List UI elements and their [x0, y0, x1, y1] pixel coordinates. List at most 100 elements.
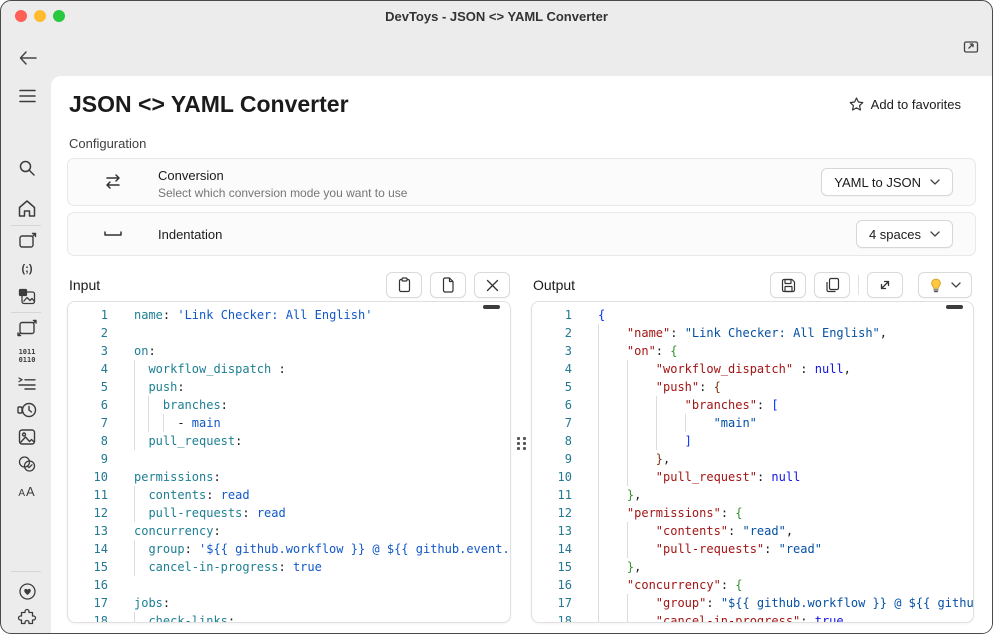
toolbar-separator — [858, 275, 859, 295]
sidebar: (;) 10110110 AA — [1, 31, 51, 633]
sidebar-item-menu[interactable] — [16, 85, 38, 107]
sidebar-item-search[interactable] — [16, 157, 38, 179]
smart-detection-button[interactable] — [918, 272, 972, 298]
open-file-icon — [441, 277, 455, 293]
sidebar-item-checksum[interactable] — [16, 453, 38, 475]
code-line: 4"workflow_dispatch" : null, — [532, 360, 973, 378]
extensions-icon — [17, 608, 37, 628]
copy-button[interactable] — [814, 272, 850, 298]
sidebar-item-encoders-decoders[interactable]: (;) — [16, 258, 38, 280]
line-number: 8 — [68, 432, 108, 450]
line-number: 3 — [68, 342, 108, 360]
code-line: 10"pull_request": null — [532, 468, 973, 486]
code-line: 7"main" — [532, 414, 973, 432]
sidebar-item-favorites[interactable] — [16, 580, 38, 602]
line-number: 11 — [68, 486, 108, 504]
sidebar-item-extensions[interactable] — [16, 607, 38, 629]
conversion-mode-dropdown[interactable]: YAML to JSON — [821, 168, 953, 196]
conversion-title: Conversion — [158, 168, 224, 183]
scrollbar-thumb[interactable] — [483, 305, 500, 309]
line-number: 5 — [532, 378, 572, 396]
timestamp-icon — [17, 401, 37, 419]
sidebar-item-graphic-tools[interactable] — [16, 285, 38, 307]
line-number: 4 — [532, 360, 572, 378]
output-editor[interactable]: 1{2"name": "Link Checker: All English",3… — [532, 302, 973, 622]
code-line: 5push: — [68, 378, 510, 396]
window-title: DevToys - JSON <> YAML Converter — [1, 9, 992, 24]
code-line: 4workflow_dispatch : — [68, 360, 510, 378]
sidebar-item-number-base-converter[interactable]: 10110110 — [16, 345, 38, 367]
compact-overlay-button[interactable] — [961, 37, 981, 57]
code-line: 18check-links: — [68, 612, 510, 622]
code-line: 12pull-requests: read — [68, 504, 510, 522]
code-line: 15cancel-in-progress: true — [68, 558, 510, 576]
page-title: JSON <> YAML Converter — [69, 91, 349, 118]
sidebar-item-json-yaml-converter[interactable] — [16, 317, 38, 339]
code-line: 6branches: — [68, 396, 510, 414]
sidebar-item-text-case[interactable]: AA — [16, 480, 38, 502]
clear-input-button[interactable] — [474, 272, 510, 298]
paste-icon — [397, 277, 412, 293]
sidebar-item-timestamp[interactable] — [16, 399, 38, 421]
indentation-value: 4 spaces — [869, 227, 921, 242]
code-line: 13"contents": "read", — [532, 522, 973, 540]
open-file-button[interactable] — [430, 272, 466, 298]
code-line: 3on: — [68, 342, 510, 360]
line-number: 11 — [532, 486, 572, 504]
line-number: 9 — [68, 450, 108, 468]
compact-overlay-icon — [961, 37, 981, 57]
swap-arrows-icon — [101, 170, 125, 194]
code-line: 3"on": { — [532, 342, 973, 360]
sidebar-divider — [11, 225, 41, 226]
input-editor[interactable]: 1name: 'Link Checker: All English'23on:4… — [68, 302, 510, 622]
line-number: 7 — [68, 414, 108, 432]
expand-button[interactable] — [867, 272, 903, 298]
line-number: 10 — [532, 468, 572, 486]
indentation-dropdown[interactable]: 4 spaces — [856, 220, 953, 248]
code-line: 6"branches": [ — [532, 396, 973, 414]
star-icon — [849, 97, 864, 112]
paste-button[interactable] — [386, 272, 422, 298]
line-number: 4 — [68, 360, 108, 378]
line-number: 12 — [532, 504, 572, 522]
conversion-subtitle: Select which conversion mode you want to… — [158, 186, 407, 200]
panel-splitter-handle[interactable] — [517, 437, 529, 459]
sidebar-divider — [11, 571, 41, 572]
conversion-setting-card: Conversion Select which conversion mode … — [67, 158, 976, 206]
line-number: 18 — [532, 612, 572, 622]
chevron-down-icon — [951, 282, 961, 288]
code-line: 2"name": "Link Checker: All English", — [532, 324, 973, 342]
line-number: 17 — [68, 594, 108, 612]
search-icon — [18, 159, 36, 177]
line-number: 1 — [68, 306, 108, 324]
code-line: 2 — [68, 324, 510, 342]
sidebar-item-converters[interactable] — [16, 230, 38, 252]
line-number: 12 — [68, 504, 108, 522]
conversion-mode-value: YAML to JSON — [834, 175, 921, 190]
line-number: 14 — [532, 540, 572, 558]
image-tool-icon — [17, 428, 37, 446]
code-line: 11contents: read — [68, 486, 510, 504]
indentation-setting-card: Indentation 4 spaces — [67, 212, 976, 256]
scrollbar-thumb[interactable] — [946, 305, 963, 309]
add-to-favorites-button[interactable]: Add to favorites — [849, 97, 961, 112]
output-editor-panel: 1{2"name": "Link Checker: All English",3… — [531, 301, 974, 623]
smart-detection-bulb-icon — [929, 278, 943, 293]
chevron-down-icon — [930, 231, 940, 237]
add-to-favorites-label: Add to favorites — [871, 97, 961, 112]
indentation-title: Indentation — [158, 227, 222, 242]
save-button[interactable] — [770, 272, 806, 298]
code-line: 17jobs: — [68, 594, 510, 612]
sidebar-item-list-compare[interactable] — [16, 372, 38, 394]
json-yaml-converter-icon — [17, 319, 37, 337]
code-line: 8pull_request: — [68, 432, 510, 450]
code-line: 16 — [68, 576, 510, 594]
clear-icon — [486, 279, 499, 292]
sidebar-item-home[interactable] — [16, 197, 38, 219]
configuration-section-label: Configuration — [69, 136, 146, 151]
code-line: 5"push": { — [532, 378, 973, 396]
code-line: 8] — [532, 432, 973, 450]
code-line: 13concurrency: — [68, 522, 510, 540]
sidebar-item-image-tool[interactable] — [16, 426, 38, 448]
titlebar[interactable]: DevToys - JSON <> YAML Converter — [1, 1, 992, 31]
